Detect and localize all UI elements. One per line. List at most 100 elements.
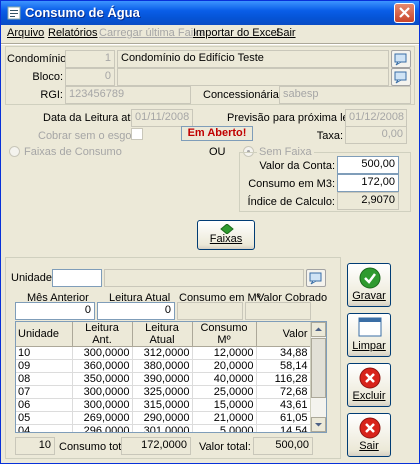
cell-consumo: 25,0000 [192,385,257,399]
data-leitura-field[interactable]: 01/11/2008 [131,109,193,127]
valor-conta-field[interactable]: 500,00 [337,156,399,174]
consumo-total-field: 172,0000 [121,437,191,455]
record-count-field: 10 [15,437,55,455]
cell-unidade: 10 [16,346,73,360]
faixas-consumo-label: Faixas de Consumo [24,146,122,158]
cell-consumo: 12,0000 [192,346,257,360]
cell-consumo: 21,0000 [192,411,257,425]
cell-consumo: 15,0000 [192,398,257,412]
bloco-name-field [117,68,389,86]
cobrar-sem-esgoto-label: Cobrar sem o esgoto [38,130,141,142]
col-leitura-ant[interactable]: Leitura Ant. [72,322,133,347]
check-icon [359,267,381,289]
cell-valor: 61,05 [256,411,311,425]
cell-valor: 34,88 [256,346,311,360]
gravar-button-label: Gravar [352,290,386,302]
status-badge: Em Aberto! [181,126,253,141]
previsao-field[interactable]: 01/12/2008 [345,109,407,127]
taxa-label: Taxa: [316,130,343,142]
col-consumo[interactable]: Consumo Mº [192,322,257,347]
concessionaria-field[interactable]: sabesp [279,86,411,104]
cell-leitura-ant: 296,0000 [72,424,133,432]
rgi-label: RGI: [40,89,63,101]
menu-arquivo[interactable]: Arquivo [7,27,44,39]
condominio-label: Condomínio: [7,53,70,65]
arrow-up-icon [315,327,322,331]
unidade-field[interactable] [52,269,102,287]
rgi-field[interactable]: 123456789 [65,86,191,104]
table-row[interactable]: 04 296,0000 301,0000 5,0000 14,54 [16,424,311,432]
table-header-row: Unidade Leitura Ant. Leitura Atual Consu… [16,322,311,347]
cell-valor: 116,28 [256,372,311,386]
menu-carregar-ultima-faixa[interactable]: Carregar última Faixa [99,27,205,39]
consumo-table[interactable]: Unidade Leitura Ant. Leitura Atual Consu… [15,321,327,433]
indice-calculo-field: 2,9070 [337,192,399,210]
scroll-down-button[interactable] [311,417,326,432]
col-leitura-atual[interactable]: Leitura Atual [132,322,193,347]
cell-consumo: 20,0000 [192,359,257,373]
cell-valor: 58,14 [256,359,311,373]
search-icon [394,71,407,84]
valor-conta-label: Valor da Conta: [259,160,335,172]
scroll-up-button[interactable] [311,322,326,337]
consumo-m3-label: Consumo em M3: [248,178,335,190]
menu-separator [1,43,419,45]
cell-leitura-ant: 360,0000 [72,359,133,373]
bloco-lookup-button[interactable] [391,68,411,86]
cell-leitura-atual: 390,0000 [132,372,193,386]
valor-total-field: 500,00 [253,437,313,455]
table-row[interactable]: 06 300,0000 315,0000 15,0000 43,61 [16,398,311,412]
cell-unidade: 05 [16,411,73,425]
cell-leitura-atual: 301,0000 [132,424,193,432]
table-scrollbar[interactable] [310,322,326,432]
limpar-button-label: Limpar [352,340,386,352]
valor-cobrado-field [245,302,311,320]
taxa-field[interactable]: 0,00 [345,126,407,144]
menu-importar-excel[interactable]: Importar do Excel [193,27,279,39]
cell-valor: 14,54 [256,424,311,432]
ou-label: OU [209,146,226,158]
table-row[interactable]: 07 300,0000 325,0000 25,0000 72,68 [16,385,311,399]
cell-unidade: 09 [16,359,73,373]
sair-button[interactable]: Sair [347,413,391,457]
cell-leitura-ant: 300,0000 [72,385,133,399]
arrow-down-icon [315,423,322,427]
excluir-button[interactable]: Excluir [347,363,391,407]
cell-leitura-atual: 380,0000 [132,359,193,373]
menu-relatorios[interactable]: Relatórios [48,27,98,39]
faixas-consumo-radio[interactable] [9,146,20,157]
gravar-button[interactable]: Gravar [347,263,391,307]
scroll-thumb[interactable] [311,338,326,398]
blank-form-icon [358,317,382,337]
unidade-lookup-button[interactable] [306,269,326,287]
cell-leitura-ant: 269,0000 [72,411,133,425]
menu-sair[interactable]: Sair [276,27,296,39]
cobrar-sem-esgoto-checkbox[interactable] [131,128,143,140]
table-row[interactable]: 09 360,0000 380,0000 20,0000 58,14 [16,359,311,373]
exit-icon [359,417,381,439]
cell-leitura-ant: 300,0000 [72,346,133,360]
faixas-button[interactable]: Faixas [197,220,255,250]
condominio-code-field[interactable]: 1 [65,50,115,68]
delete-icon [359,367,381,389]
window: Consumo de Água Arquivo Relatórios Carre… [0,0,420,464]
table-row[interactable]: 10 300,0000 312,0000 12,0000 34,88 [16,346,311,360]
app-icon [7,6,21,20]
mes-anterior-field[interactable]: 0 [15,302,95,320]
valor-total-label: Valor total: [199,441,251,453]
bloco-code-field[interactable]: 0 [65,68,115,86]
excluir-button-label: Excluir [352,390,386,402]
condominio-lookup-button[interactable] [391,50,411,68]
window-close-button[interactable] [394,3,415,23]
sair-button-label: Sair [359,440,379,452]
table-row[interactable]: 08 350,0000 390,0000 40,0000 116,28 [16,372,311,386]
close-icon [399,7,410,18]
consumo-m3-field[interactable]: 172,00 [337,174,399,192]
leitura-atual-field[interactable]: 0 [97,302,175,320]
table-row[interactable]: 05 269,0000 290,0000 21,0000 61,05 [16,411,311,425]
col-valor[interactable]: Valor [256,322,311,347]
col-unidade[interactable]: Unidade [16,322,73,347]
cell-consumo: 5,0000 [192,424,257,432]
limpar-button[interactable]: Limpar [347,313,391,357]
cell-valor: 43,61 [256,398,311,412]
